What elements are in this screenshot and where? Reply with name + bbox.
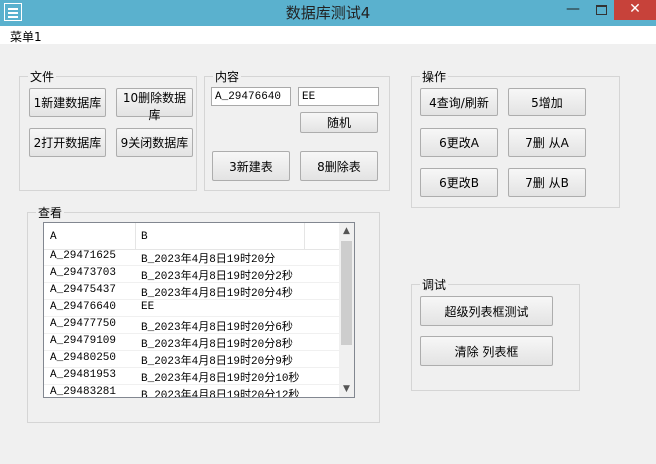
operations-group-legend: 操作	[420, 68, 449, 85]
table-row[interactable]: A_29477750 B_2023年4月8日19时20分6秒	[44, 317, 339, 334]
cell-b: B_2023年4月8日19时20分8秒	[141, 339, 293, 351]
cell-a: A_29480250	[50, 352, 117, 364]
cell-a: A_29476640	[50, 301, 117, 313]
view-group-legend: 查看	[36, 204, 65, 221]
listview-header: A B	[44, 223, 339, 250]
cell-a: A_29471625	[50, 250, 117, 262]
random-button[interactable]: 随机	[300, 112, 378, 133]
column-separator[interactable]	[304, 223, 305, 249]
debug-group-legend: 调试	[420, 276, 449, 293]
super-list-test-button[interactable]: 超级列表框测试	[420, 296, 553, 326]
table-row[interactable]: A_29483281 B_2023年4月8日19时20分12秒	[44, 385, 339, 398]
cell-a: A_29483281	[50, 386, 117, 398]
field-b-input[interactable]	[298, 87, 379, 106]
cell-b: B_2023年4月8日19时20分2秒	[141, 271, 293, 283]
cell-a: A_29473703	[50, 267, 117, 279]
cell-b: B_2023年4月8日19时20分12秒	[141, 390, 300, 398]
table-row[interactable]: A_29473703 B_2023年4月8日19时20分2秒	[44, 266, 339, 283]
cell-b: B_2023年4月8日19时20分6秒	[141, 322, 293, 334]
close-button[interactable]: ✕	[614, 0, 656, 20]
content-group-legend: 内容	[213, 68, 242, 85]
cell-a: A_29481953	[50, 369, 117, 381]
cell-b: EE	[141, 301, 155, 313]
listview-rows: A_29471625 B_2023年4月8日19时20分 A_29473703 B_…	[44, 249, 339, 398]
column-separator[interactable]	[135, 223, 136, 249]
scroll-down-icon[interactable]: ▼	[339, 381, 354, 397]
cell-a: A_29479109	[50, 335, 117, 347]
table-row[interactable]: A_29480250 B_2023年4月8日19时20分9秒	[44, 351, 339, 368]
new-table-button[interactable]: 3新建表	[212, 151, 290, 181]
menu-bar: 菜单1	[0, 26, 656, 44]
clear-list-button[interactable]: 清除 列表框	[420, 336, 553, 366]
query-refresh-button[interactable]: 4查询/刷新	[420, 88, 498, 116]
listview-scrollbar[interactable]: ▲ ▼	[339, 223, 354, 397]
maximize-button[interactable]	[588, 0, 614, 20]
window-title: 数据库测试4	[285, 4, 371, 22]
table-row[interactable]: A_29471625 B_2023年4月8日19时20分	[44, 249, 339, 266]
table-row[interactable]: A_29475437 B_2023年4月8日19时20分4秒	[44, 283, 339, 300]
column-header-b[interactable]: B	[141, 231, 148, 243]
cell-b: B_2023年4月8日19时20分4秒	[141, 288, 293, 300]
cell-b: B_2023年4月8日19时20分10秒	[141, 373, 300, 385]
table-row[interactable]: A_29476640 EE	[44, 300, 339, 317]
delete-table-button[interactable]: 8删除表	[300, 151, 378, 181]
add-button[interactable]: 5增加	[508, 88, 586, 116]
delete-from-a-button[interactable]: 7删 从A	[508, 128, 586, 157]
scroll-thumb[interactable]	[341, 241, 352, 345]
scroll-up-icon[interactable]: ▲	[339, 223, 354, 239]
cell-a: A_29477750	[50, 318, 117, 330]
delete-database-button[interactable]: 10删除数据库	[116, 88, 193, 122]
field-a-input[interactable]	[211, 87, 291, 106]
cell-a: A_29475437	[50, 284, 117, 296]
title-bar: 数据库测试4 — ✕	[0, 0, 656, 26]
new-database-button[interactable]: 1新建数据库	[29, 88, 106, 117]
update-b-button[interactable]: 6更改B	[420, 168, 498, 197]
update-a-button[interactable]: 6更改A	[420, 128, 498, 157]
data-listview[interactable]: A B A_29471625 B_2023年4月8日19时20分 A_294737…	[43, 222, 355, 398]
table-row[interactable]: A_29481953 B_2023年4月8日19时20分10秒	[44, 368, 339, 385]
open-database-button[interactable]: 2打开数据库	[29, 128, 106, 157]
maximize-icon	[595, 5, 607, 15]
minimize-button[interactable]: —	[560, 0, 586, 20]
delete-from-b-button[interactable]: 7删 从B	[508, 168, 586, 197]
menu-item-1[interactable]: 菜单1	[10, 28, 42, 45]
column-header-a[interactable]: A	[50, 231, 57, 243]
file-group-legend: 文件	[28, 68, 57, 85]
table-row[interactable]: A_29479109 B_2023年4月8日19时20分8秒	[44, 334, 339, 351]
cell-b: B_2023年4月8日19时20分9秒	[141, 356, 293, 368]
cell-b: B_2023年4月8日19时20分	[141, 254, 276, 266]
close-database-button[interactable]: 9关闭数据库	[116, 128, 193, 157]
